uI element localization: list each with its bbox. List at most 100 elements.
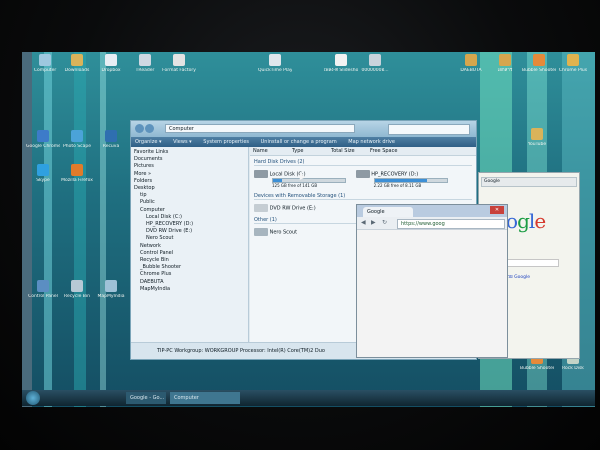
- hard-disk-icon: [355, 170, 370, 178]
- nav-item[interactable]: Nero Scout: [134, 235, 245, 242]
- folder-icon: [531, 128, 543, 140]
- organize-button[interactable]: Organize ▾: [135, 139, 162, 145]
- nav-item[interactable]: Desktop: [134, 185, 245, 192]
- map-network-drive-button[interactable]: Map network drive: [348, 139, 395, 145]
- chrome-window[interactable]: Google ✕ ◀ ▶ ↻ https://www.goog: [356, 204, 508, 358]
- start-button[interactable]: [26, 391, 40, 405]
- desktop-icon[interactable]: TReader: [128, 54, 162, 73]
- system-properties-button[interactable]: System properties: [203, 139, 249, 145]
- desktop-icon[interactable]: Bubble Shooter: [522, 54, 556, 73]
- back-icon[interactable]: ◀: [361, 219, 366, 226]
- desktop-icon[interactable]: Chrome Plus: [556, 54, 590, 73]
- nav-item[interactable]: _Bubble Shooter: [134, 264, 245, 271]
- forward-icon[interactable]: ▶: [371, 219, 376, 226]
- desktop-icon[interactable]: 0000000อ...: [358, 54, 392, 73]
- nav-item[interactable]: Local Disk (C:): [134, 214, 245, 221]
- drive-item[interactable]: DVD RW Drive (E:): [254, 204, 346, 212]
- close-icon[interactable]: ✕: [490, 206, 504, 214]
- nav-item[interactable]: More »: [134, 171, 245, 178]
- taskbar: Google - Go... Computer: [22, 390, 595, 406]
- nav-item[interactable]: Favorite Links: [134, 149, 245, 156]
- desktop-screen: Computer Downloads Dropbox TReader Forma…: [22, 52, 595, 407]
- desktop-icon[interactable]: Skype: [26, 164, 60, 183]
- desktop-icon[interactable]: Downloads: [60, 54, 94, 73]
- document-icon: [335, 54, 347, 66]
- nav-item[interactable]: Network: [134, 243, 245, 250]
- nav-item[interactable]: Chrome Plus: [134, 271, 245, 278]
- back-icon[interactable]: [135, 124, 144, 133]
- chrome-toolbar: ◀ ▶ ↻ https://www.goog: [357, 217, 507, 230]
- folder-icon: [71, 54, 83, 66]
- nav-item[interactable]: Pictures: [134, 163, 245, 170]
- desktop-icon[interactable]: Dropbox: [94, 54, 128, 73]
- nav-item[interactable]: Documents: [134, 156, 245, 163]
- group-header: Hard Disk Drives (2): [254, 159, 472, 166]
- desktop-icon[interactable]: Computer: [28, 54, 62, 73]
- nav-item[interactable]: DAEBUTA: [134, 279, 245, 286]
- recycle-bin-icon: [71, 280, 83, 292]
- nav-item[interactable]: DVD RW Drive (E:): [134, 228, 245, 235]
- usage-fill: [374, 179, 428, 182]
- computer-icon: [39, 54, 51, 66]
- drive-item[interactable]: HP_RECOVERY (D:) 2.22 GB free of 8.11 GB: [355, 170, 448, 188]
- taskbar-item[interactable]: Google - Go...: [126, 392, 166, 404]
- desktop-icon[interactable]: Photo Scape: [60, 130, 94, 149]
- control-panel-icon: [37, 280, 49, 292]
- skype-icon: [37, 164, 49, 176]
- search-input[interactable]: [388, 124, 470, 135]
- nav-item[interactable]: tip: [134, 192, 245, 199]
- uninstall-button[interactable]: Uninstall or change a program: [261, 139, 337, 145]
- display-artifact: [22, 52, 32, 407]
- item-name: Nero Scout: [269, 229, 298, 236]
- group-header: Devices with Removable Storage (1): [254, 193, 472, 200]
- drive-item[interactable]: Nero Scout: [254, 228, 346, 236]
- desktop-icon[interactable]: Mozilla Firefox: [60, 164, 94, 183]
- folder-icon: [499, 54, 511, 66]
- app-icon: [173, 54, 185, 66]
- desktop-icon[interactable]: เพลง-ดี Slideshow: [324, 54, 358, 73]
- nav-item[interactable]: HP_RECOVERY (D:): [134, 221, 245, 228]
- reload-icon[interactable]: ↻: [382, 219, 387, 226]
- desktop-icon[interactable]: Google Chrome: [26, 130, 60, 149]
- desktop-icon[interactable]: DAEBUTA: [454, 54, 488, 73]
- column-header[interactable]: Name: [250, 147, 289, 155]
- desktop-icon[interactable]: เอกสาร: [488, 54, 522, 73]
- drive-name: HP_RECOVERY (D:): [371, 171, 419, 178]
- folder-icon: [465, 54, 477, 66]
- desktop-icon[interactable]: Control Panel: [26, 280, 60, 299]
- address-bar[interactable]: https://www.goog: [397, 219, 505, 229]
- tab-google[interactable]: Google: [363, 207, 413, 217]
- map-icon: [105, 280, 117, 292]
- app-icon: [567, 54, 579, 66]
- nav-item[interactable]: Folders: [134, 178, 245, 185]
- desktop-icon[interactable]: Recycle Bin: [60, 280, 94, 299]
- column-header[interactable]: Free Space: [367, 147, 406, 155]
- taskbar-item[interactable]: Computer: [170, 392, 240, 404]
- nav-item[interactable]: Computer: [134, 207, 245, 214]
- column-header[interactable]: Total Size: [328, 147, 367, 155]
- photoscape-icon: [71, 130, 83, 142]
- desktop-icon[interactable]: Recuva: [94, 130, 128, 149]
- desktop-icon[interactable]: YouTube: [520, 128, 554, 147]
- address-bar[interactable]: Computer: [165, 124, 355, 133]
- display-artifact: [74, 52, 86, 407]
- views-button[interactable]: Views ▾: [173, 139, 192, 145]
- nav-item[interactable]: Public: [134, 199, 245, 206]
- nero-scout-icon: [254, 228, 268, 236]
- tab-strip: Google ✕: [357, 205, 507, 217]
- desktop-icon[interactable]: Format Factory: [162, 54, 196, 73]
- hard-disk-icon: [254, 170, 268, 178]
- display-artifact: [100, 52, 106, 407]
- nav-item[interactable]: Recycle Bin: [134, 257, 245, 264]
- column-header[interactable]: Type: [289, 147, 328, 155]
- desktop-icon[interactable]: MapMyIndia: [94, 280, 128, 299]
- address-bar[interactable]: Google: [481, 177, 577, 187]
- desktop-icon[interactable]: QuickTime Player: [258, 54, 292, 73]
- recuva-icon: [105, 130, 117, 142]
- forward-icon[interactable]: [145, 124, 154, 133]
- nav-item[interactable]: MapMyIndia: [134, 286, 245, 293]
- explorer-titlebar: Computer: [131, 121, 476, 137]
- nav-item[interactable]: Control Panel: [134, 250, 245, 257]
- app-icon: [139, 54, 151, 66]
- dropbox-icon: [105, 54, 117, 66]
